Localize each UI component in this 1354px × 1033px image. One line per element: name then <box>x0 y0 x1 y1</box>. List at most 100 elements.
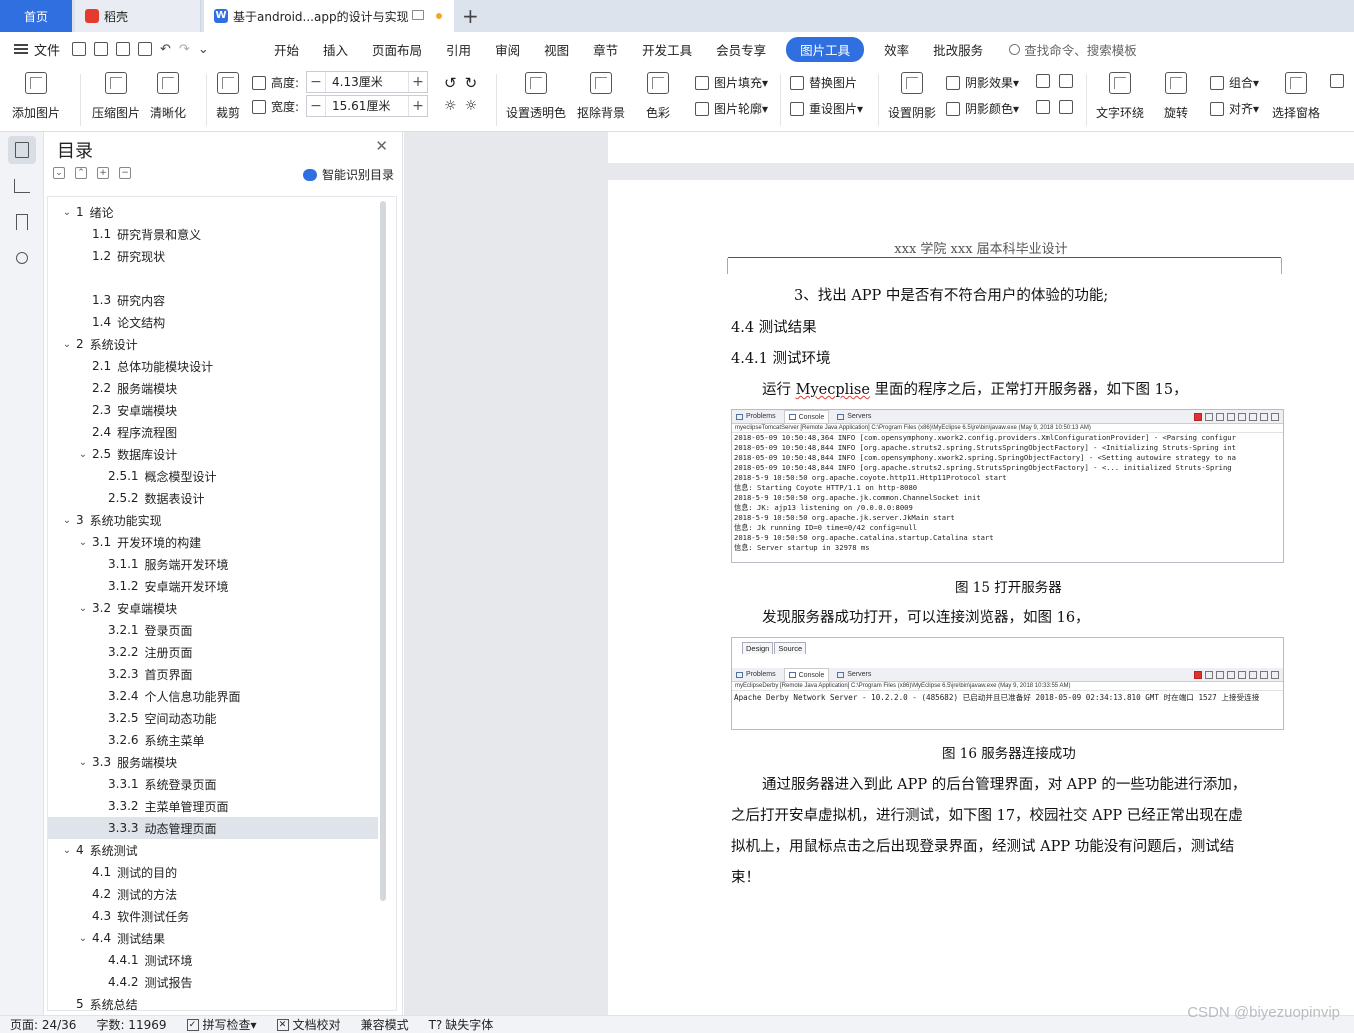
toc-item[interactable]: 3.1.1 服务端开发环境 <box>48 553 378 575</box>
toc-item[interactable]: 2.1 总体功能模块设计 <box>48 355 378 377</box>
color-button[interactable]: 色彩 <box>646 72 670 121</box>
more-icon[interactable] <box>1330 74 1349 88</box>
missing-font-button[interactable]: T? 缺失字体 <box>429 1016 494 1033</box>
chevron-down-icon[interactable]: ⌄ <box>76 603 90 614</box>
toc-item[interactable]: ⌄ 3.1 开发环境的构建 <box>48 531 378 553</box>
figure-15-console[interactable]: Problems Console Servers myeclipseTomcat… <box>731 409 1284 563</box>
menu-item[interactable]: 审阅 <box>483 40 532 59</box>
menu-item-picture-tools[interactable]: 图片工具 <box>786 36 865 62</box>
clarify-button[interactable]: 清晰化 <box>150 72 186 121</box>
reset-picture-button[interactable]: 重设图片 ▾ <box>790 100 863 117</box>
toc-item[interactable]: 2.2 服务端模块 <box>48 377 378 399</box>
nudge-left-icon[interactable] <box>1036 100 1050 114</box>
remove-heading-icon[interactable]: − <box>119 167 131 179</box>
add-picture-button[interactable]: 添加图片 <box>12 72 60 121</box>
toc-item[interactable]: 3.2.1 登录页面 <box>48 619 378 641</box>
toc-item[interactable]: 5 系统总结 <box>48 993 378 1010</box>
toc-item[interactable]: 1.4 论文结构 <box>48 311 378 333</box>
toc-item[interactable]: 3.2.2 注册页面 <box>48 641 378 663</box>
chevron-down-icon[interactable]: ⌄ <box>60 339 74 350</box>
chevron-down-icon[interactable]: ⌄ <box>76 933 90 944</box>
decrease-button[interactable]: − <box>307 98 325 114</box>
menu-item[interactable]: 批改服务 <box>921 40 995 59</box>
print-preview-icon[interactable] <box>138 42 152 56</box>
tab-document[interactable]: W 基于android...app的设计与实现 <box>204 0 454 32</box>
toc-item[interactable]: ⌄ 2 系统设计 <box>48 333 378 355</box>
menu-item[interactable]: 开发工具 <box>630 40 704 59</box>
collapse-all-icon[interactable]: ⌄ <box>53 167 65 179</box>
more-chevron-icon[interactable]: ⌄ <box>198 42 209 57</box>
align-button[interactable]: 对齐 ▾ <box>1210 100 1259 117</box>
toc-item[interactable]: 1.2 研究现状 <box>48 245 378 267</box>
decrease-button[interactable]: − <box>307 74 325 90</box>
toc-item[interactable]: 4.2 测试的方法 <box>48 883 378 905</box>
print-icon[interactable] <box>116 42 130 56</box>
toc-scrollbar[interactable] <box>380 201 386 901</box>
brightness-down-icon[interactable]: ☼ <box>465 98 478 114</box>
menu-item[interactable]: 会员专享 <box>704 40 778 59</box>
menu-item[interactable]: 插入 <box>311 40 360 59</box>
smart-toc-button[interactable]: 智能识别目录 <box>302 166 394 183</box>
picture-outline-button[interactable]: 图片轮廓 ▾ <box>695 100 768 117</box>
navigation-button[interactable] <box>8 172 36 200</box>
chevron-down-icon[interactable]: ⌄ <box>60 845 74 856</box>
rotate-button[interactable]: 旋转 <box>1164 72 1188 121</box>
rotate-left-icon[interactable]: ↺ <box>444 74 457 92</box>
increase-button[interactable]: + <box>409 74 427 90</box>
width-value[interactable]: 15.61厘米 <box>325 96 409 116</box>
chevron-down-icon[interactable]: ⌄ <box>76 537 90 548</box>
toc-item[interactable]: 4.1 测试的目的 <box>48 861 378 883</box>
toc-item[interactable]: 2.3 安卓端模块 <box>48 399 378 421</box>
toc-item[interactable]: 3.2.4 个人信息功能界面 <box>48 685 378 707</box>
height-value[interactable]: 4.13厘米 <box>325 72 409 92</box>
toc-item[interactable]: 4.3 软件测试任务 <box>48 905 378 927</box>
set-shadow-button[interactable]: 设置阴影 <box>888 72 936 121</box>
toc-panel-button[interactable] <box>8 136 36 164</box>
toc-item[interactable]: ⌄ 2.5 数据库设计 <box>48 443 378 465</box>
toc-item[interactable]: ⌄ 3.2 安卓端模块 <box>48 597 378 619</box>
toc-item[interactable]: 2.5.1 概念模型设计 <box>48 465 378 487</box>
tab-home[interactable]: 首页 <box>0 0 72 32</box>
text-wrap-button[interactable]: 文字环绕 <box>1096 72 1144 121</box>
toc-item[interactable]: 4.4.1 测试环境 <box>48 949 378 971</box>
set-transparent-color-button[interactable]: 设置透明色 <box>506 72 566 121</box>
nudge-right-icon[interactable] <box>1059 100 1073 114</box>
rotate-right-icon[interactable]: ↻ <box>465 74 478 92</box>
menu-item[interactable]: 开始 <box>262 40 311 59</box>
add-heading-icon[interactable]: + <box>97 167 109 179</box>
shadow-effect-button[interactable]: 阴影效果 ▾ <box>946 74 1019 91</box>
export-pdf-icon[interactable] <box>94 42 108 56</box>
tab-docer[interactable]: 稻壳 <box>75 0 201 32</box>
toc-item[interactable]: 3.2.3 首页界面 <box>48 663 378 685</box>
bookmark-button[interactable] <box>8 208 36 236</box>
remove-background-button[interactable]: 抠除背景 <box>577 72 625 121</box>
toc-item[interactable]: 4.4.2 测试报告 <box>48 971 378 993</box>
selection-pane-button[interactable]: 选择窗格 <box>1272 72 1320 121</box>
toc-item[interactable]: 2.4 程序流程图 <box>48 421 378 443</box>
nudge-down-icon[interactable] <box>1059 74 1073 88</box>
toc-item[interactable]: 3.3.2 主菜单管理页面 <box>48 795 378 817</box>
chevron-down-icon[interactable]: ⌄ <box>60 515 74 526</box>
toc-item[interactable]: ⌄ 1 绪论 <box>48 201 378 223</box>
spell-check-button[interactable]: ✓ 拼写检查 ▾ <box>186 1016 257 1033</box>
shadow-color-button[interactable]: 阴影颜色 ▾ <box>946 100 1019 117</box>
compress-picture-button[interactable]: 压缩图片 <box>92 72 140 121</box>
brightness-up-icon[interactable]: ☼ <box>444 98 457 114</box>
new-tab-button[interactable]: + <box>462 4 479 28</box>
redo-icon[interactable]: ↷ <box>179 42 190 57</box>
undo-icon[interactable]: ↶ <box>160 42 171 57</box>
page-counter[interactable]: 页面: 24/36 <box>10 1016 76 1033</box>
chevron-down-icon[interactable]: ⌄ <box>76 449 90 460</box>
height-stepper[interactable]: − 4.13厘米 + <box>306 71 428 93</box>
toc-item[interactable]: 3.1.2 安卓端开发环境 <box>48 575 378 597</box>
monitor-icon[interactable] <box>412 10 424 20</box>
toc-item[interactable]: ⌄ 3 系统功能实现 <box>48 509 378 531</box>
increase-button[interactable]: + <box>409 98 427 114</box>
picture-fill-button[interactable]: 图片填充 ▾ <box>695 74 768 91</box>
toc-item[interactable]: ⌄ 4 系统测试 <box>48 839 378 861</box>
save-icon[interactable] <box>72 42 86 56</box>
toc-item[interactable]: ⌄ 3.3 服务端模块 <box>48 751 378 773</box>
expand-icon[interactable]: ⌃ <box>75 167 87 179</box>
toc-item[interactable]: 3.2.5 空间动态功能 <box>48 707 378 729</box>
proofread-button[interactable]: ✕ 文档校对 <box>276 1016 341 1033</box>
